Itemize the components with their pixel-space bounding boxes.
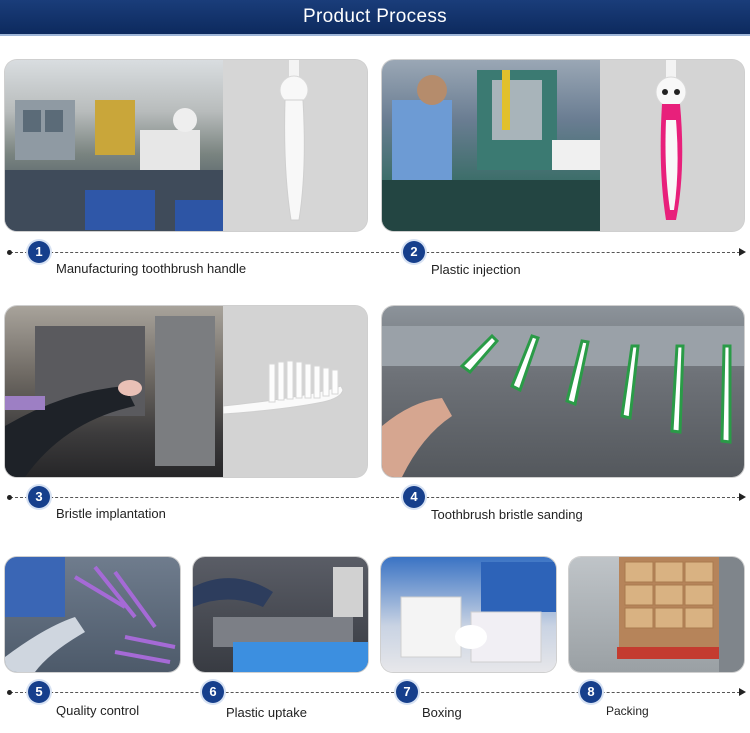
pink-handle-illustration bbox=[655, 60, 687, 220]
quality-control-illustration bbox=[5, 557, 176, 672]
step-label: Bristle implantation bbox=[56, 506, 166, 521]
photo-bristle-sanding bbox=[382, 306, 744, 477]
timeline-start-dot bbox=[7, 495, 12, 500]
product-brush-head bbox=[222, 306, 367, 477]
step-number-badge: 2 bbox=[403, 241, 425, 263]
timeline-row-3 bbox=[10, 692, 740, 693]
injection-illustration bbox=[382, 70, 600, 231]
photo-manufacturing-handle bbox=[5, 60, 367, 231]
photo-bristle-implantation bbox=[5, 306, 367, 477]
step-label: Quality control bbox=[56, 703, 140, 718]
timeline-row-1 bbox=[10, 252, 740, 253]
white-handle-illustration bbox=[279, 60, 309, 221]
step-label: Plastic injection bbox=[431, 262, 521, 277]
implantation-illustration bbox=[5, 316, 215, 477]
step-number-badge: 4 bbox=[403, 486, 425, 508]
injection-scene bbox=[382, 60, 600, 231]
product-handle-white bbox=[223, 60, 367, 231]
brush-head-illustration bbox=[222, 360, 344, 415]
step-number-badge: 7 bbox=[396, 681, 418, 703]
boxing-illustration bbox=[400, 562, 556, 663]
step-label: Toothbrush bristle sanding bbox=[431, 507, 583, 522]
step-label: Boxing bbox=[422, 705, 462, 720]
timeline-arrow-icon bbox=[739, 688, 746, 696]
step-label: Manufacturing toothbrush handle bbox=[56, 261, 247, 276]
step-number-badge: 1 bbox=[28, 241, 50, 263]
header-divider bbox=[0, 34, 750, 36]
step-number-badge: 8 bbox=[580, 681, 602, 703]
timeline-start-dot bbox=[7, 250, 12, 255]
photo-boxing bbox=[381, 557, 556, 672]
timeline-arrow-icon bbox=[739, 493, 746, 501]
factory-scene bbox=[5, 60, 223, 231]
page-title: Product Process bbox=[303, 6, 447, 27]
step-number-badge: 6 bbox=[202, 681, 224, 703]
timeline-start-dot bbox=[7, 690, 12, 695]
timeline-arrow-icon bbox=[739, 248, 746, 256]
step-number-badge: 3 bbox=[28, 486, 50, 508]
factory-illustration bbox=[5, 100, 223, 231]
timeline-row-2 bbox=[10, 497, 740, 498]
packing-illustration bbox=[617, 557, 744, 672]
step-label: Packing bbox=[606, 704, 649, 718]
photo-plastic-injection bbox=[382, 60, 744, 231]
step-number-badge: 5 bbox=[28, 681, 50, 703]
photo-quality-control bbox=[5, 557, 180, 672]
step-label: Plastic uptake bbox=[226, 705, 307, 720]
product-handle-pink bbox=[600, 60, 744, 231]
plastic-uptake-illustration bbox=[193, 567, 368, 672]
sanding-illustration bbox=[382, 326, 744, 477]
photo-packing bbox=[569, 557, 744, 672]
photo-plastic-uptake bbox=[193, 557, 368, 672]
implantation-scene bbox=[5, 306, 223, 477]
